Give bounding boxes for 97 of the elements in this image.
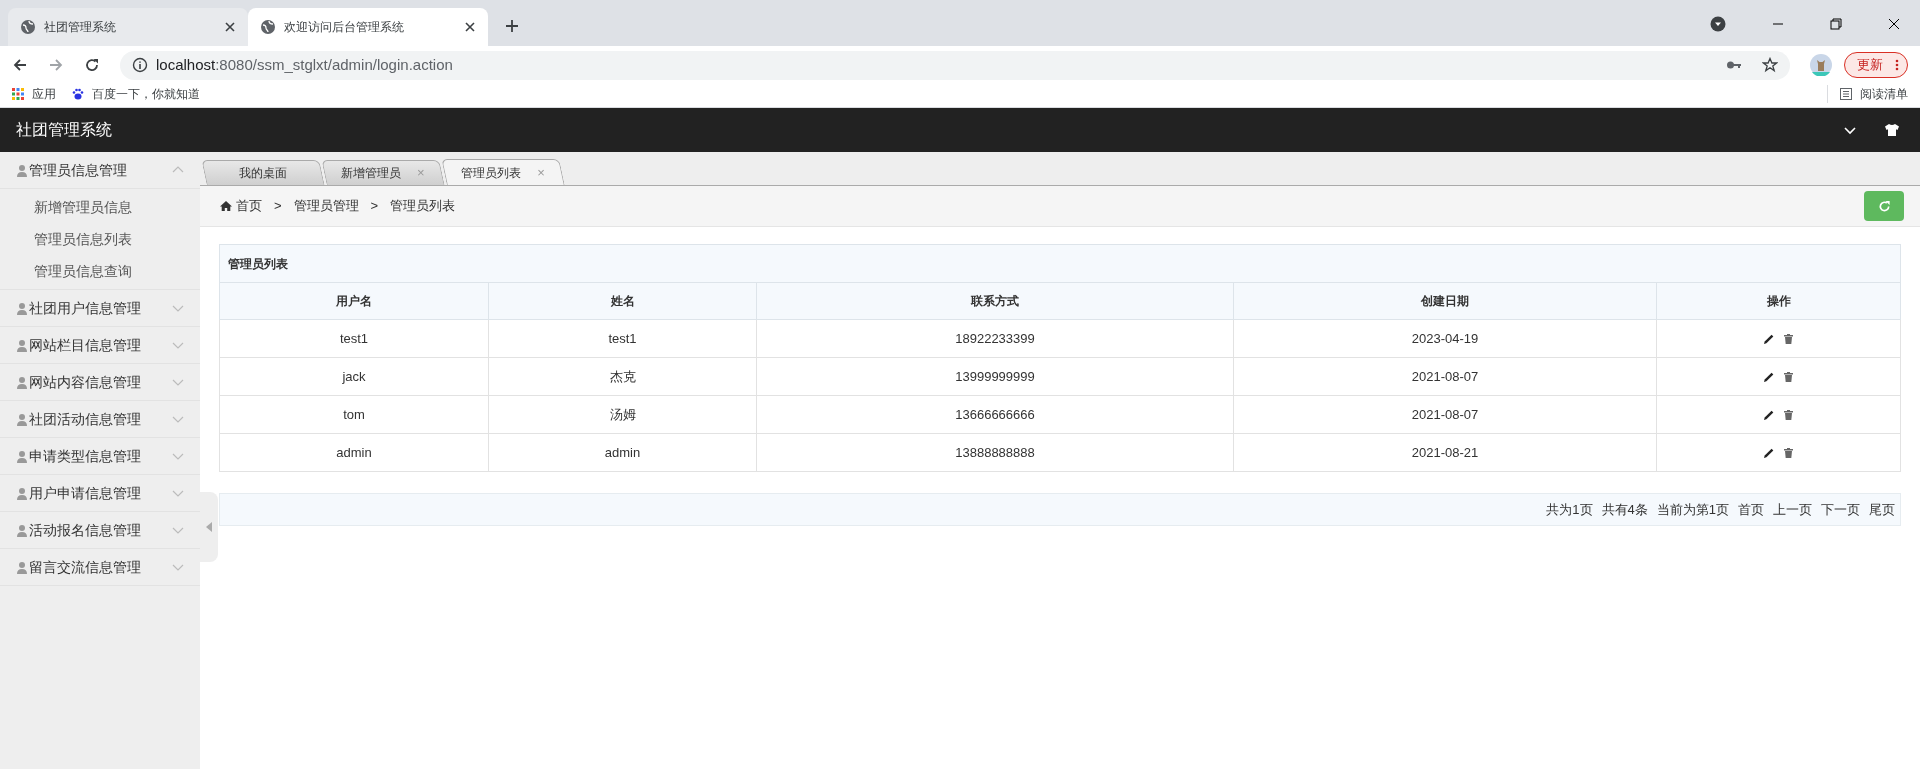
page-tab[interactable]: 新增管理员 × xyxy=(321,160,445,185)
breadcrumb-separator: > xyxy=(274,197,282,216)
sidebar-group[interactable]: 社团用户信息管理 xyxy=(0,290,200,327)
sidebar-group[interactable]: 申请类型信息管理 xyxy=(0,438,200,475)
sidebar-group[interactable]: 社团活动信息管理 xyxy=(0,401,200,438)
column-header: 操作 xyxy=(1656,282,1901,320)
sidebar-item[interactable]: 新增管理员信息 xyxy=(0,191,200,223)
edit-icon[interactable] xyxy=(1764,371,1774,382)
more-icon xyxy=(1895,59,1899,71)
table-cell: 2021-08-07 xyxy=(1233,395,1657,434)
user-icon xyxy=(16,163,28,177)
table-cell: 2023-04-19 xyxy=(1233,319,1657,358)
dropdown-icon[interactable] xyxy=(1710,16,1726,32)
pagination-info: 共有4条 xyxy=(1601,500,1648,519)
address-bar[interactable]: localhost:8080/ssm_stglxt/admin/login.action xyxy=(120,50,1790,80)
pagination-link[interactable]: 首页 xyxy=(1738,499,1764,520)
user-icon xyxy=(16,338,28,352)
user-icon xyxy=(16,375,28,389)
delete-icon[interactable] xyxy=(1784,409,1793,420)
edit-icon[interactable] xyxy=(1764,333,1774,344)
pagination-link[interactable]: 上一页 xyxy=(1773,499,1812,520)
column-header: 创建日期 xyxy=(1233,282,1657,320)
table-cell: 汤姆 xyxy=(488,395,757,434)
close-icon[interactable] xyxy=(224,21,236,33)
column-header: 用户名 xyxy=(219,282,489,320)
sidebar-item[interactable]: 管理员信息查询 xyxy=(0,255,200,287)
table-cell: admin xyxy=(219,433,489,472)
delete-icon[interactable] xyxy=(1784,447,1793,458)
edit-icon[interactable] xyxy=(1764,409,1774,420)
plus-icon[interactable] xyxy=(504,18,520,34)
pagination-link[interactable]: 尾页 xyxy=(1869,499,1895,520)
user-icon xyxy=(16,560,28,574)
close-icon[interactable] xyxy=(1888,18,1900,30)
user-icon xyxy=(16,486,28,500)
paw-icon xyxy=(72,87,84,100)
edit-icon[interactable] xyxy=(1764,447,1774,458)
breadcrumb-separator: > xyxy=(370,197,379,216)
update-button[interactable]: 更新 xyxy=(1844,52,1908,78)
info-icon xyxy=(132,57,148,73)
reading-list-button[interactable]: 阅读清单 xyxy=(1827,84,1908,103)
sidebar-item[interactable]: 管理员信息列表 xyxy=(0,223,200,255)
close-icon[interactable] xyxy=(464,21,476,33)
globe-icon xyxy=(20,19,36,35)
table-cell: admin xyxy=(488,433,757,472)
table-cell: 13888888888 xyxy=(756,433,1234,472)
breadcrumb-link[interactable]: 管理员管理 xyxy=(293,196,359,216)
table-cell: 18922233399 xyxy=(756,319,1234,358)
browser-tab[interactable]: 社团管理系统 xyxy=(8,8,248,46)
user-icon xyxy=(16,412,28,426)
bookmark[interactable]: 百度一下，你就知道 xyxy=(72,84,200,103)
delete-icon[interactable] xyxy=(1784,333,1793,344)
chevron-down-icon[interactable] xyxy=(1844,124,1856,136)
pagination-link[interactable]: 下一页 xyxy=(1821,499,1860,520)
table-cell: 13999999999 xyxy=(756,357,1234,396)
url-text: localhost:8080/ssm_stglxt/admin/login.action xyxy=(156,54,454,75)
list-icon xyxy=(1840,87,1852,100)
sidebar-group[interactable]: 网站内容信息管理 xyxy=(0,364,200,401)
star-icon[interactable] xyxy=(1762,57,1778,73)
page-tab[interactable]: 我的桌面 xyxy=(201,160,325,185)
bookmark[interactable]: 应用 xyxy=(12,84,56,103)
table-caption: 管理员列表 xyxy=(219,244,1901,283)
globe-icon xyxy=(260,19,276,35)
table-cell: test1 xyxy=(488,319,757,358)
pagination-info: 当前为第1页 xyxy=(1656,500,1729,519)
sidebar-group[interactable]: 网站栏目信息管理 xyxy=(0,327,200,364)
user-icon xyxy=(16,449,28,463)
reload-icon[interactable] xyxy=(84,57,100,73)
sidebar-group[interactable]: 留言交流信息管理 xyxy=(0,549,200,586)
browser-tab[interactable]: 欢迎访问后台管理系统 xyxy=(248,8,488,46)
app-title: 社团管理系统 xyxy=(16,120,112,140)
table-cell: test1 xyxy=(219,319,489,358)
shirt-icon[interactable] xyxy=(1884,122,1900,138)
refresh-icon xyxy=(1877,199,1891,213)
collapse-handle[interactable] xyxy=(200,492,218,562)
breadcrumb-link[interactable]: 首页 xyxy=(220,196,262,216)
table-cell: tom xyxy=(219,395,489,434)
home-icon xyxy=(220,200,232,212)
avatar-icon[interactable] xyxy=(1810,54,1832,76)
column-header: 姓名 xyxy=(488,282,757,320)
delete-icon[interactable] xyxy=(1784,371,1793,382)
pagination-info: 共为1页 xyxy=(1546,500,1593,519)
apps-grid-icon xyxy=(12,87,24,100)
table-cell: 2021-08-07 xyxy=(1233,357,1657,396)
tab-title: 社团管理系统 xyxy=(44,19,117,36)
tab-title: 欢迎访问后台管理系统 xyxy=(284,19,405,36)
user-icon xyxy=(16,523,28,537)
table-cell: jack xyxy=(219,357,489,396)
restore-icon[interactable] xyxy=(1830,18,1842,30)
back-icon[interactable] xyxy=(12,57,28,73)
table-cell: 2021-08-21 xyxy=(1233,433,1657,472)
sidebar-group[interactable]: 用户申请信息管理 xyxy=(0,475,200,512)
page-tab[interactable]: 管理员列表 × xyxy=(441,159,565,185)
table-cell: 杰克 xyxy=(488,357,757,396)
breadcrumb-link[interactable]: 管理员列表 xyxy=(390,196,456,216)
user-icon xyxy=(16,301,28,315)
column-header: 联系方式 xyxy=(756,282,1234,320)
table-cell: 13666666666 xyxy=(756,395,1234,434)
